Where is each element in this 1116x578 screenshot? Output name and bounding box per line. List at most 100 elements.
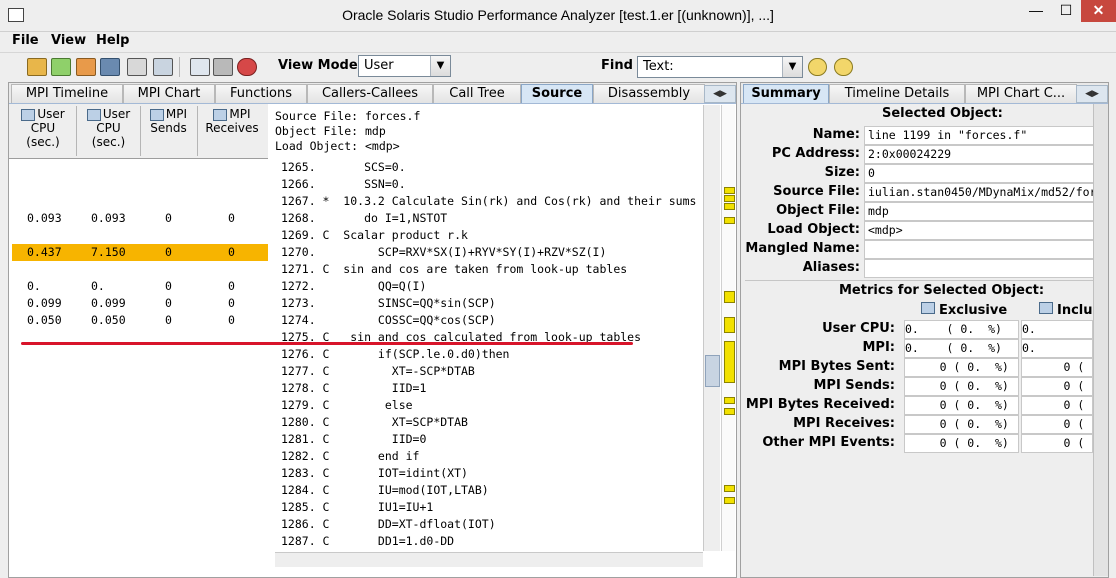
minimize-button[interactable]: —: [1021, 0, 1051, 22]
source-line[interactable]: 1284. C IU=mod(IOT,LTAB): [9, 482, 709, 499]
hot-line-marker[interactable]: [724, 408, 735, 415]
tab-functions[interactable]: Functions: [215, 84, 307, 103]
open-experiment-icon[interactable]: [27, 58, 47, 76]
name-value: line 1199 in "forces.f": [864, 126, 1102, 145]
hot-line-marker[interactable]: [724, 397, 735, 404]
vertical-scrollbar[interactable]: [703, 105, 720, 551]
tab-summary[interactable]: Summary: [743, 84, 829, 103]
menu-bar: File View Help: [0, 31, 1116, 51]
tab-callers-callees[interactable]: Callers-Callees: [307, 84, 433, 103]
view-mode-select[interactable]: User ▼: [358, 55, 451, 77]
hot-line-marker[interactable]: [724, 203, 735, 210]
find-next-icon[interactable]: [834, 58, 853, 76]
source-line[interactable]: 1278. C IID=1: [9, 380, 709, 397]
hot-line-marker[interactable]: [724, 187, 735, 194]
source-line[interactable]: 1283. C IOT=idint(XT): [9, 465, 709, 482]
user-cpu-incl-cell: 0.099: [91, 296, 126, 310]
object-file-value: mdp: [864, 202, 1102, 221]
source-line[interactable]: 0.050 0.050 0 0 1274. COSSC=QQ*cos(SCP): [9, 312, 709, 329]
column-header-mpi-sends[interactable]: MPI Sends: [141, 107, 196, 155]
source-line[interactable]: 1285. C IU1=IU+1: [9, 499, 709, 516]
find-previous-icon[interactable]: [808, 58, 827, 76]
tab-mpi-timeline[interactable]: MPI Timeline: [11, 84, 123, 103]
save-icon[interactable]: [100, 58, 120, 76]
exclusive-metric-icon: [21, 108, 36, 121]
load-object-line: Load Object: <mdp>: [275, 139, 400, 153]
source-line[interactable]: 1269. C Scalar product r.k: [9, 227, 709, 244]
menu-file[interactable]: File: [12, 33, 39, 48]
menu-view[interactable]: View: [51, 33, 86, 48]
metric-label: MPI Receives:: [793, 416, 895, 431]
column-header-user-cpu-excl[interactable]: User CPU (sec.): [11, 107, 75, 155]
user-cpu-excl-cell: 0.437: [27, 245, 62, 259]
source-line[interactable]: 0.093 0.093 0 0 1268. do I=1,NSTOT: [9, 210, 709, 227]
source-line[interactable]: 1281. C IID=0: [9, 431, 709, 448]
right-tab-bar: Summary Timeline Details MPI Chart C... …: [741, 83, 1108, 104]
source-line[interactable]: 1271. C sin and cos are taken from look-…: [9, 261, 709, 278]
column-header-user-cpu-incl[interactable]: User CPU (sec.): [77, 107, 140, 155]
load-object-label: Load Object:: [767, 222, 860, 237]
selected-object-title: Selected Object:: [882, 106, 1003, 121]
mpi-sends-cell: 0: [165, 313, 172, 327]
user-cpu-excl-cell: 0.050: [27, 313, 62, 327]
chevron-down-icon[interactable]: ▼: [782, 57, 802, 77]
compare-icon[interactable]: [190, 58, 210, 76]
mpi-receives-cell: 0: [228, 245, 235, 259]
hot-line-marker[interactable]: [724, 217, 735, 224]
source-line-selected[interactable]: 0.437 7.150 0 0 1270. SCP=RXV*SX(I)+RYV*SY(I…: [9, 244, 709, 261]
tab-mpi-chart-controls[interactable]: MPI Chart C...: [965, 84, 1077, 103]
inclusive-metric-icon: [86, 108, 101, 121]
exclusive-metric-icon: [921, 302, 935, 314]
source-line[interactable]: 0.099 0.099 0 0 1273. SINSC=QQ*sin(SCP): [9, 295, 709, 312]
add-experiment-icon[interactable]: [51, 58, 71, 76]
tab-source[interactable]: Source: [521, 84, 593, 103]
source-code-text: 1276. C if(SCP.le.0.d0)then: [281, 347, 510, 361]
tab-scroll-arrows-icon[interactable]: ◀▶: [704, 85, 736, 103]
tab-timeline-details[interactable]: Timeline Details: [829, 84, 965, 103]
source-line[interactable]: 0. 0. 0 0 1272. QQ=Q(I): [9, 278, 709, 295]
print-icon[interactable]: [127, 58, 147, 76]
vertical-scrollbar[interactable]: [1093, 104, 1108, 576]
source-line[interactable]: 1277. C XT=-SCP*DTAB: [9, 363, 709, 380]
user-cpu-excl-cell: 0.099: [27, 296, 62, 310]
source-line[interactable]: 1287. C DD1=1.d0-DD: [9, 533, 709, 549]
tab-call-tree[interactable]: Call Tree: [433, 84, 521, 103]
source-line[interactable]: 1265. SCS=0.: [9, 159, 709, 176]
source-line[interactable]: 1279. C else: [9, 397, 709, 414]
maximize-button[interactable]: ☐: [1051, 0, 1081, 22]
hot-line-marker[interactable]: [724, 291, 735, 303]
source-line[interactable]: 1266. SSN=0.: [9, 176, 709, 193]
hot-line-marker[interactable]: [724, 341, 735, 383]
user-cpu-excl-cell: 0.: [27, 279, 41, 293]
hot-line-marker[interactable]: [724, 485, 735, 492]
find-label: Find: [601, 58, 633, 73]
hot-line-marker[interactable]: [724, 317, 735, 333]
hot-line-marker[interactable]: [724, 497, 735, 504]
tab-disassembly[interactable]: Disassembly: [593, 84, 705, 103]
source-line[interactable]: 1286. C DD=XT-dfloat(IOT): [9, 516, 709, 533]
user-cpu-excl-cell: 0.093: [27, 211, 62, 225]
scroll-thumb[interactable]: [705, 355, 720, 387]
set-data-presentation-icon[interactable]: [237, 58, 257, 76]
drop-experiment-icon[interactable]: [76, 58, 96, 76]
hot-line-marker[interactable]: [724, 195, 735, 202]
horizontal-scrollbar[interactable]: [275, 552, 703, 567]
column-header-mpi-receives[interactable]: MPI Receives: [198, 107, 266, 155]
source-line[interactable]: 1280. C XT=SCP*DTAB: [9, 414, 709, 431]
source-line[interactable]: 1282. C end if: [9, 448, 709, 465]
tab-mpi-chart[interactable]: MPI Chart: [123, 84, 215, 103]
metric-inclusive-value: 0 (: [1021, 377, 1093, 396]
chevron-down-icon[interactable]: ▼: [430, 56, 450, 76]
find-type-select[interactable]: Text: ▼: [637, 56, 803, 78]
menu-help[interactable]: Help: [96, 33, 129, 48]
new-window-icon[interactable]: [153, 58, 173, 76]
source-line[interactable]: 1276. C if(SCP.le.0.d0)then: [9, 346, 709, 363]
tab-scroll-arrows-icon[interactable]: ◀▶: [1076, 85, 1108, 103]
source-code-text: 1287. C DD1=1.d0-DD: [281, 534, 455, 548]
mangled-name-value: [864, 240, 1102, 259]
source-code-text: 1282. C end if: [281, 449, 420, 463]
filter-icon[interactable]: [213, 58, 233, 76]
source-line[interactable]: 1267. * 10.3.2 Calculate Sin(rk) and Cos…: [9, 193, 709, 210]
hot-line-marker-bar[interactable]: [721, 105, 735, 551]
close-button[interactable]: ✕: [1081, 0, 1116, 22]
